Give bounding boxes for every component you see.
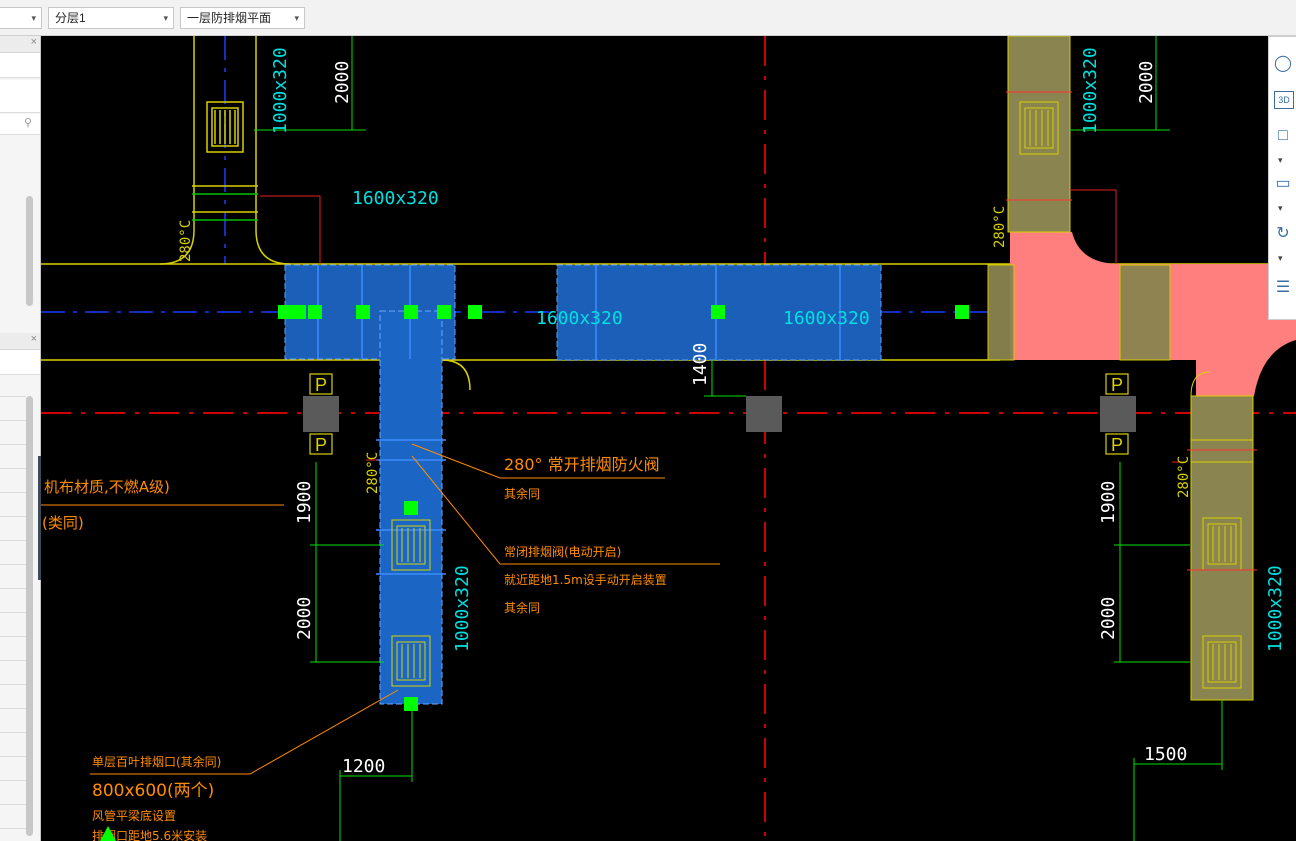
panel-header-1: × <box>0 36 40 53</box>
close-icon[interactable]: × <box>31 36 37 48</box>
dimension-value: 2000 <box>294 597 315 640</box>
view-cube-icon[interactable]: □ <box>1272 125 1294 147</box>
annotation-outlet-size: 800x600(两个) <box>92 781 214 801</box>
list-row-divider <box>0 492 26 493</box>
dimension-value: 2000 <box>1136 61 1157 104</box>
rotate-icon[interactable]: ↻ <box>1272 223 1294 245</box>
list-row-divider <box>0 708 26 709</box>
chevron-down-icon: ▾ <box>294 13 299 23</box>
annotation-note: (类同) <box>42 514 84 532</box>
dimension-value: 1500 <box>1144 744 1187 765</box>
orbit-icon[interactable]: ◯ <box>1272 53 1294 75</box>
3d-view-icon[interactable]: 3D <box>1274 91 1294 109</box>
list-row-divider <box>0 564 26 565</box>
dimension-value: 2000 <box>332 61 353 104</box>
temp-label: 280°C <box>1176 456 1192 498</box>
chevron-down-icon[interactable]: ▾ <box>1278 253 1283 264</box>
dimension-value: 1400 <box>690 343 711 386</box>
list-row-divider <box>0 780 26 781</box>
first-dropdown[interactable]: ▾ <box>0 7 42 29</box>
list-row-divider <box>0 828 26 829</box>
cad-drawing-canvas[interactable]: P P P P 1600x320 1600x320 1600x320 1000x… <box>41 36 1296 841</box>
annotation-note: 其余同 <box>504 486 540 501</box>
annotation-outlet-title: 单层百叶排烟口(其余同) <box>92 754 221 769</box>
panel-header-2: × <box>0 333 40 350</box>
annotation-fire-damper: 280° 常开排烟防火阀 <box>504 455 660 474</box>
annotation-material: 机布材质,不燃A级) <box>44 478 170 496</box>
temp-label: 280°C <box>992 206 1008 248</box>
annotation-note: 风管平梁底设置 <box>92 808 176 823</box>
top-toolbar: ▾ 分层1 ▾ 一层防排烟平面 ▾ <box>0 0 1296 36</box>
panel-tab-strip-2 <box>0 350 40 375</box>
list-row-divider <box>0 396 26 397</box>
p-label: P <box>1111 435 1123 455</box>
search-icon: ⚲ <box>23 117 32 129</box>
duct-label: 1000x320 <box>1265 565 1286 652</box>
temp-label: 280°C <box>178 220 194 262</box>
panel-filter-row <box>0 80 40 113</box>
dimension-value: 1200 <box>342 756 385 777</box>
panel-tab-strip <box>0 53 40 78</box>
duct-label: 1000x320 <box>270 47 291 134</box>
canvas-background <box>41 36 1296 841</box>
list-row-divider <box>0 732 26 733</box>
chevron-down-icon: ▾ <box>163 13 168 23</box>
dimension-value: 1900 <box>294 481 315 524</box>
duct-label: 1000x320 <box>452 565 473 652</box>
list-row-divider <box>0 636 26 637</box>
dimension-value: 2000 <box>1098 597 1119 640</box>
annotation-note: 就近距地1.5m设手动开启装置 <box>504 573 667 587</box>
properties-list-icon[interactable]: ☰ <box>1272 277 1294 299</box>
duct-label: 1000x320 <box>1080 47 1101 134</box>
vertical-duct-top-right <box>1006 36 1072 233</box>
p-label: P <box>315 375 327 395</box>
list-row-divider <box>0 516 26 517</box>
duct-label: 1600x320 <box>352 188 439 209</box>
search-input[interactable]: ⚲ <box>0 114 40 135</box>
vertical-duct-bottom-right <box>1187 371 1257 701</box>
list-row-divider <box>0 804 26 805</box>
chevron-down-icon: ▾ <box>31 13 36 23</box>
list-row-divider <box>0 612 26 613</box>
scrollbar-thumb[interactable] <box>26 396 33 836</box>
list-row-divider <box>0 420 26 421</box>
layer-dropdown[interactable]: 分层1 ▾ <box>48 7 174 29</box>
close-icon[interactable]: × <box>31 333 37 345</box>
layer-dropdown-value: 分层1 <box>55 11 86 25</box>
p-label: P <box>1111 375 1123 395</box>
list-row-divider <box>0 756 26 757</box>
view-dropdown-value: 一层防排烟平面 <box>187 11 272 25</box>
chevron-down-icon[interactable]: ▾ <box>1278 155 1283 166</box>
shaded-box-icon[interactable]: ▭ <box>1272 173 1294 195</box>
list-row-divider <box>0 588 26 589</box>
temp-label: 280°C <box>365 452 381 494</box>
list-row-divider <box>0 540 26 541</box>
view-navigation-toolbar: ◯ 3D □ ▾ ▭ ▾ ↻ ▾ ☰ <box>1268 36 1296 320</box>
left-dock-panel: × ⚲ × <box>0 36 42 841</box>
duct-label: 1600x320 <box>783 308 870 329</box>
dimension-value: 1900 <box>1098 481 1119 524</box>
list-row-divider <box>0 660 26 661</box>
view-dropdown[interactable]: 一层防排烟平面 ▾ <box>180 7 305 29</box>
duct-label: 1600x320 <box>536 308 623 329</box>
annotation-note: 其余同 <box>504 600 540 615</box>
p-label: P <box>315 435 327 455</box>
list-row-divider <box>0 444 26 445</box>
list-row-divider <box>0 684 26 685</box>
chevron-down-icon[interactable]: ▾ <box>1278 203 1283 214</box>
list-row-divider <box>0 468 26 469</box>
annotation-smoke-valve: 常闭排烟阀(电动开启) <box>504 545 621 559</box>
scrollbar-thumb[interactable] <box>26 196 33 306</box>
